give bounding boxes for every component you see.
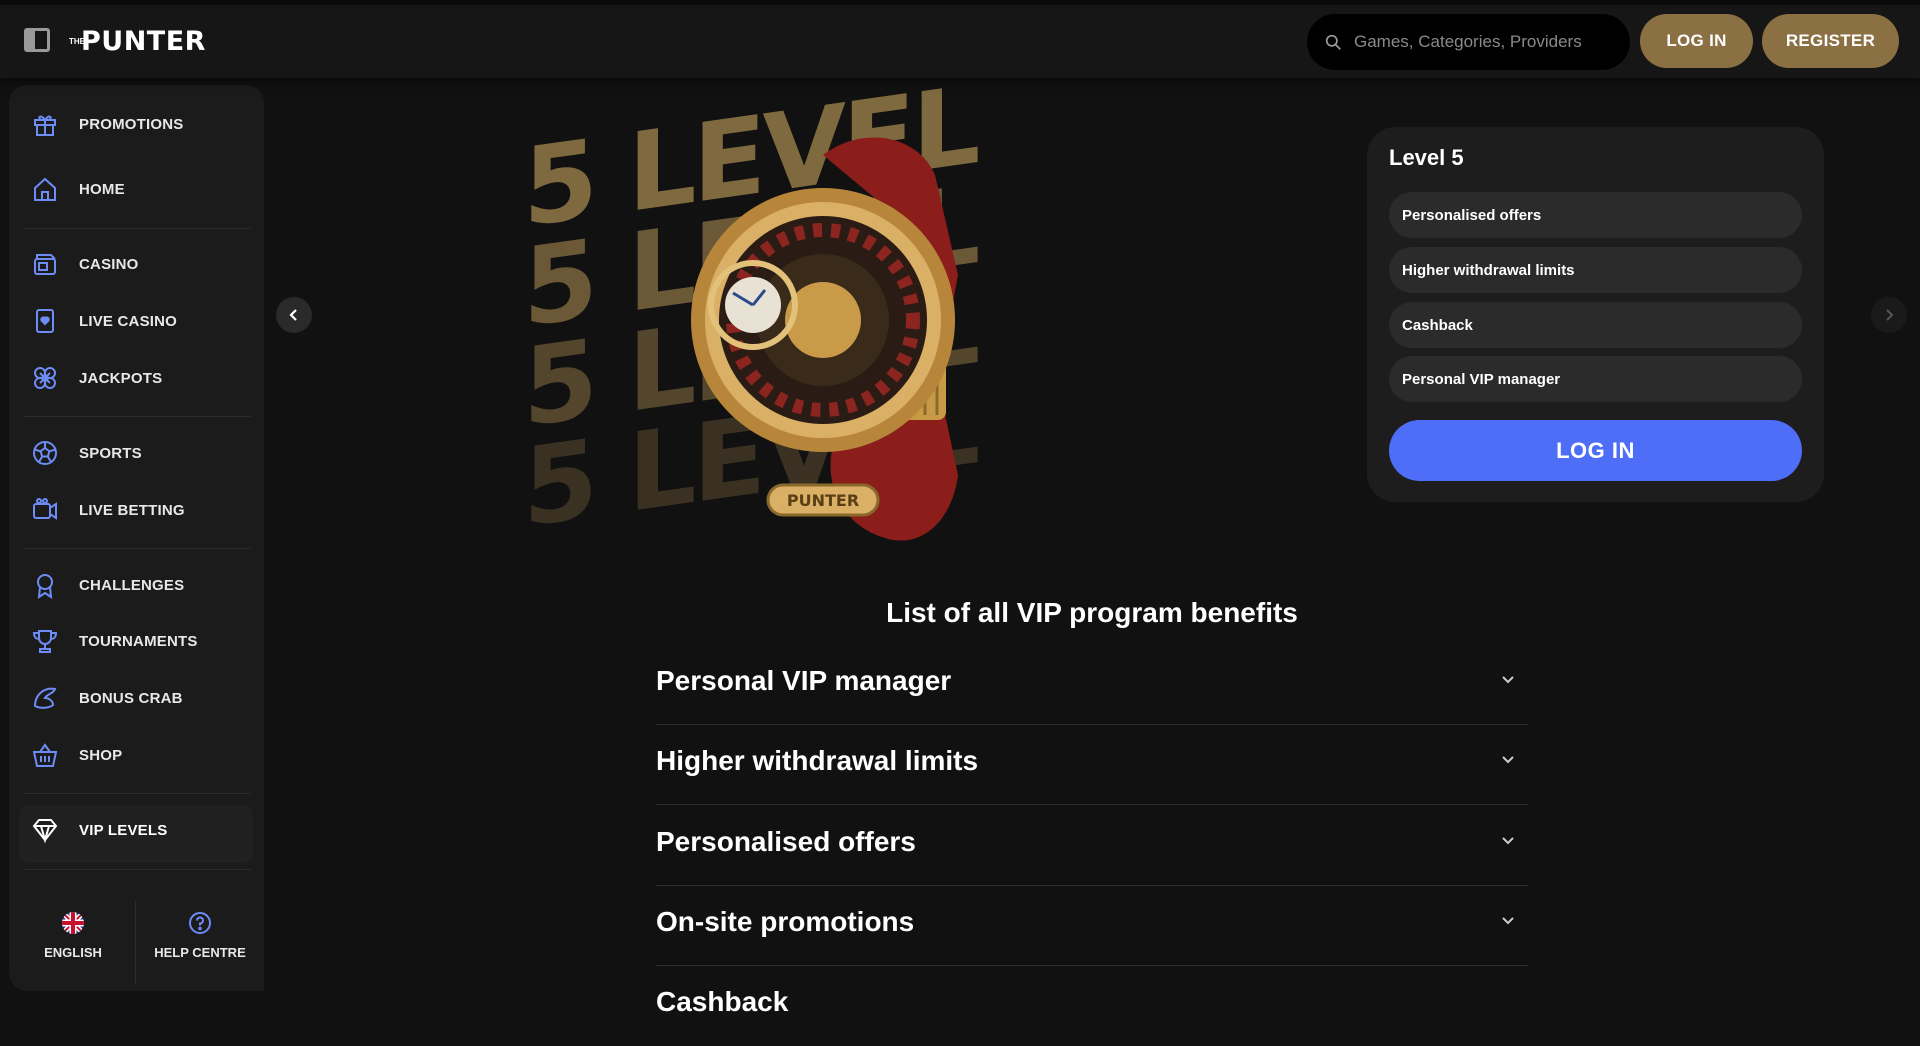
chevron-left-icon (289, 309, 297, 321)
crab-icon (33, 687, 57, 709)
sidebar-divider (23, 228, 251, 229)
sidebar-item-label: VIP LEVELS (79, 821, 168, 839)
level-benefit-pill: Cashback (1389, 302, 1802, 348)
sidebar-toggle-icon[interactable] (24, 28, 50, 52)
award-icon (37, 574, 53, 599)
language-selector[interactable]: ENGLISH (13, 911, 133, 960)
top-header: THE PUNTER LOG IN REGISTER (0, 0, 1920, 78)
carousel-prev-button[interactable] (276, 297, 312, 333)
sidebar-item-label: TOURNAMENTS (79, 632, 198, 650)
chevron-down-icon (1502, 837, 1514, 845)
watch-image: PUNTER (691, 137, 958, 541)
sidebar: PROMOTIONS HOME CASINO LIVE CASINO JACKP… (9, 85, 264, 991)
level-benefit-pill: Higher withdrawal limits (1389, 247, 1802, 293)
ball-icon (33, 441, 57, 465)
home-icon (34, 177, 56, 201)
sidebar-item-vip-levels[interactable]: VIP LEVELS (31, 810, 167, 850)
level-login-button[interactable]: LOG IN (1389, 420, 1802, 481)
sidebar-item-promotions[interactable]: PROMOTIONS (31, 104, 184, 144)
logo[interactable]: THE PUNTER (69, 25, 206, 57)
help-icon (189, 912, 211, 934)
card-icon (36, 309, 54, 333)
search-input[interactable] (1354, 32, 1614, 52)
sidebar-item-sports[interactable]: SPORTS (31, 433, 142, 473)
hero-banner: 5 LEVEL 5 LEVEL 5 LEVEL 5 LEVEL PUNTER (523, 75, 1203, 545)
sidebar-item-casino[interactable]: CASINO (31, 244, 139, 284)
sidebar-item-label: SHOP (79, 746, 123, 764)
help-centre-link[interactable]: HELP CENTRE (140, 911, 260, 960)
accordion-label: Personalised offers (656, 826, 916, 857)
casino-icon (34, 254, 56, 275)
sidebar-item-label: PROMOTIONS (79, 115, 184, 133)
accordion-item[interactable]: Personal VIP manager (656, 645, 1528, 725)
register-button[interactable]: REGISTER (1762, 14, 1899, 68)
chevron-down-icon (1502, 756, 1514, 764)
sidebar-divider (23, 869, 251, 870)
sidebar-item-jackpots[interactable]: JACKPOTS (31, 358, 162, 398)
sidebar-divider (23, 548, 251, 549)
clover-icon (34, 367, 56, 389)
level-benefit-pill: Personalised offers (1389, 192, 1802, 238)
search-bar[interactable] (1307, 14, 1630, 70)
accordion-item[interactable]: Higher withdrawal limits (656, 725, 1528, 805)
footer-separator (135, 900, 136, 984)
sidebar-item-challenges[interactable]: CHALLENGES (31, 565, 184, 605)
sidebar-item-label: JACKPOTS (79, 369, 163, 387)
sidebar-item-live-casino[interactable]: LIVE CASINO (31, 301, 177, 341)
sidebar-item-label: CHALLENGES (79, 576, 185, 594)
chevron-down-icon (1502, 676, 1514, 684)
sidebar-item-tournaments[interactable]: TOURNAMENTS (31, 621, 198, 661)
video-icon (33, 498, 57, 520)
accordion-item[interactable]: On-site promotions (656, 886, 1528, 966)
accordion-item[interactable]: Personalised offers (656, 806, 1528, 886)
sidebar-item-label: SPORTS (79, 444, 142, 462)
sidebar-divider (23, 793, 251, 794)
sidebar-item-label: LIVE BETTING (79, 501, 185, 519)
accordion-label: Higher withdrawal limits (656, 745, 979, 776)
chevron-right-icon (1886, 309, 1894, 321)
accordion-label: On-site promotions (656, 906, 915, 937)
chevron-down-icon (1502, 917, 1514, 925)
diamond-icon (32, 819, 58, 844)
gift-icon (34, 115, 56, 136)
benefits-section-title: List of all VIP program benefits (886, 597, 1298, 628)
sidebar-item-label: LIVE CASINO (79, 312, 178, 330)
sidebar-item-label: HOME (79, 180, 125, 198)
level-card: Level 5 Personalised offers Higher withd… (1367, 127, 1824, 502)
carousel-next-button[interactable] (1871, 297, 1907, 333)
level-title: Level 5 (1389, 145, 1464, 170)
logo-small-text: THE (69, 36, 85, 46)
uk-flag-icon (62, 912, 84, 934)
logo-text: PUNTER (81, 25, 206, 57)
sidebar-item-home[interactable]: HOME (31, 169, 125, 209)
accordion-label: Personal VIP manager (656, 665, 952, 696)
sidebar-item-bonus-crab[interactable]: BONUS CRAB (31, 678, 183, 718)
sidebar-item-live-betting[interactable]: LIVE BETTING (31, 490, 185, 530)
help-label: HELP CENTRE (154, 945, 246, 960)
language-label: ENGLISH (44, 945, 102, 960)
sidebar-divider (23, 416, 251, 417)
level-benefit-pill: Personal VIP manager (1389, 356, 1802, 402)
basket-icon (32, 743, 58, 767)
trophy-icon (32, 630, 58, 653)
search-icon (1325, 34, 1341, 50)
sidebar-item-label: CASINO (79, 255, 139, 273)
header-login-button[interactable]: LOG IN (1640, 14, 1753, 68)
sidebar-item-shop[interactable]: SHOP (31, 735, 122, 775)
sidebar-item-label: BONUS CRAB (79, 689, 183, 707)
watch-badge-text: PUNTER (787, 491, 859, 510)
accordion-item[interactable]: Cashback (656, 966, 1528, 1046)
